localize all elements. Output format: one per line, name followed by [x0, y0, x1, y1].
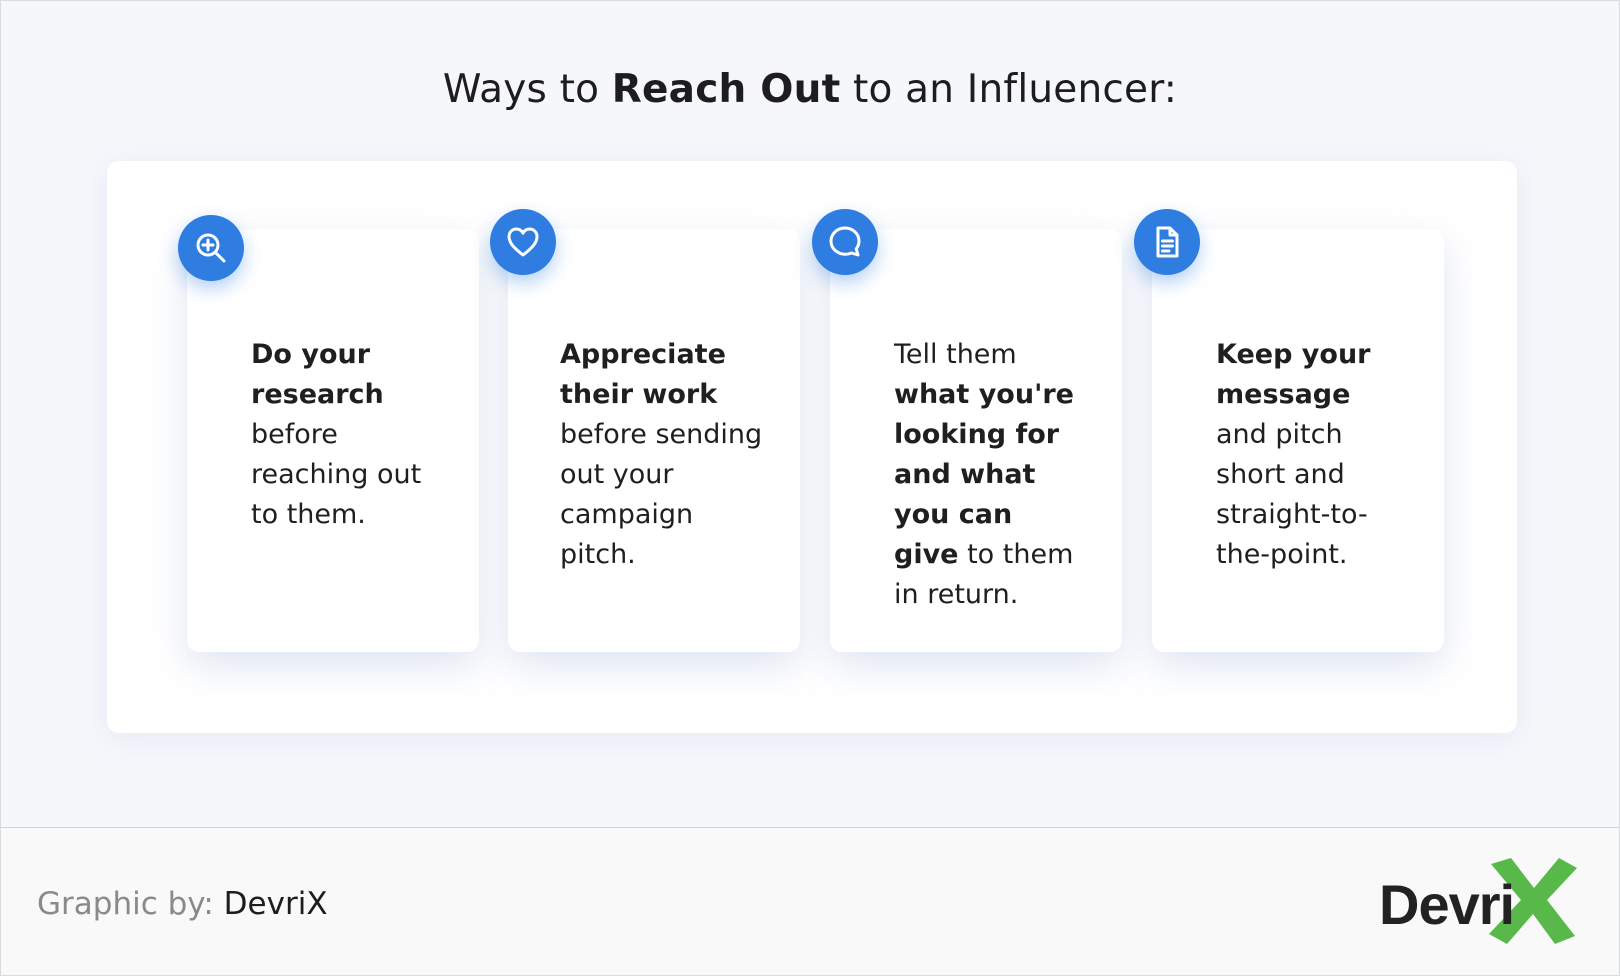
title-suffix: to an Influencer: — [853, 67, 1178, 112]
tip-regular: before sending out your campaign pitch. — [560, 419, 763, 570]
devrix-logo: Devri — [1371, 858, 1591, 948]
tip-text-keep-short: Keep your message and pitch short and st… — [1216, 335, 1386, 575]
graphic-credit: Graphic by: DevriX — [37, 886, 328, 922]
footer: Graphic by: DevriX Devri — [1, 827, 1619, 975]
tip-bold: Do your research — [251, 339, 384, 410]
credit-name: DevriX — [223, 886, 328, 922]
title-prefix: Ways to — [442, 67, 600, 112]
chat-bubble-icon — [812, 209, 878, 275]
document-icon — [1134, 209, 1200, 275]
tip-bold: Keep your message — [1216, 339, 1371, 410]
page-title: Ways to Reach Out to an Influencer: — [1, 67, 1619, 112]
credit-label: Graphic by: — [37, 886, 214, 922]
tip-regular: and pitch short and straight-to-the-poin… — [1216, 419, 1368, 570]
heart-icon — [490, 209, 556, 275]
tip-text-research: Do your research before reaching out to … — [251, 335, 441, 535]
tip-regular: Tell them — [894, 339, 1017, 370]
tip-card-keep-short: Keep your message and pitch short and st… — [1152, 229, 1444, 652]
tip-card-appreciate: Appreciate their work before sending out… — [508, 229, 800, 652]
infographic-frame: Ways to Reach Out to an Influencer: Do y… — [0, 0, 1620, 976]
tip-card-tell-them: Tell them what you're looking for and wh… — [830, 229, 1122, 652]
tip-bold: Appreciate their work — [560, 339, 726, 410]
tip-card-research: Do your research before reaching out to … — [187, 229, 479, 652]
tip-text-tell-them: Tell them what you're looking for and wh… — [894, 335, 1084, 615]
zoom-in-icon — [178, 215, 244, 281]
tip-text-appreciate: Appreciate their work before sending out… — [560, 335, 770, 575]
tip-regular: before reaching out to them. — [251, 419, 422, 530]
tips-panel: Do your research before reaching out to … — [107, 161, 1517, 733]
title-emphasis: Reach Out — [611, 67, 841, 112]
logo-wordmark: Devri — [1379, 873, 1515, 936]
